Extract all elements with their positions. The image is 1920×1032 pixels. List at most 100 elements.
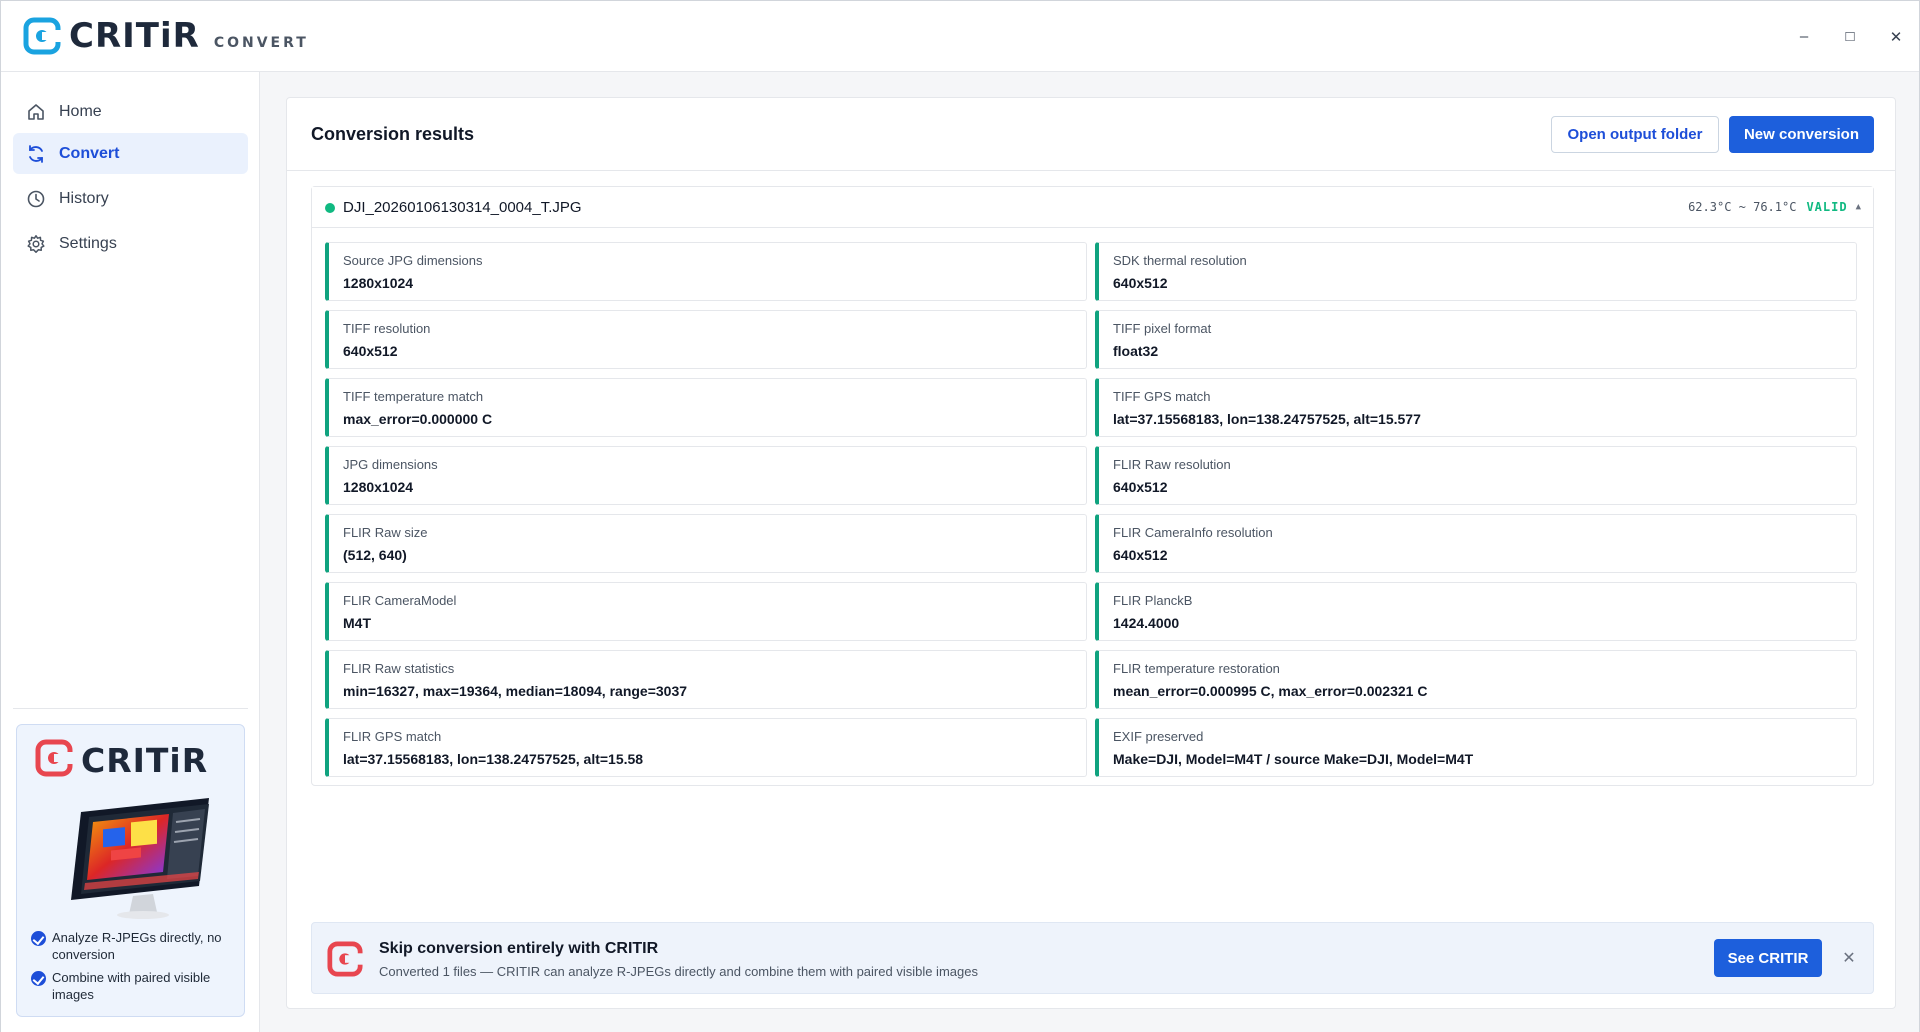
result-field-label: FLIR Raw statistics	[343, 661, 455, 676]
maximize-button[interactable]: □	[1827, 1, 1873, 72]
panel-header: Conversion results Open output folder Ne…	[287, 98, 1895, 171]
result-field-label: FLIR GPS match	[343, 729, 442, 744]
critir-logo-icon	[327, 941, 363, 977]
result-field-label: TIFF pixel format	[1113, 321, 1212, 336]
new-conversion-button[interactable]: New conversion	[1729, 116, 1874, 153]
result-field: FLIR CameraInfo resolution 640x512	[1095, 514, 1857, 573]
check-circle-icon	[31, 931, 46, 946]
sidebar-item-label: Home	[59, 102, 102, 120]
result-field-label: FLIR Raw resolution	[1113, 457, 1231, 472]
gear-icon	[25, 233, 47, 255]
monitor-illustration	[59, 790, 214, 920]
result-field: TIFF resolution 640x512	[325, 310, 1087, 369]
critir-upsell-banner: Skip conversion entirely with CRITIR Con…	[311, 922, 1874, 994]
close-icon[interactable]: ✕	[1838, 947, 1860, 969]
result-field: FLIR Raw size (512, 640)	[325, 514, 1087, 573]
result-field-value: 1280x1024	[343, 479, 414, 495]
result-field-value: min=16327, max=19364, median=18094, rang…	[343, 683, 688, 699]
result-field-value: lat=37.15568183, lon=138.24757525, alt=1…	[1113, 411, 1421, 427]
app-logo: CRITiR CONVERT	[23, 17, 309, 55]
promo-bullet-text: Combine with paired visible images	[52, 970, 211, 1002]
result-field: SDK thermal resolution 640x512	[1095, 242, 1857, 301]
field-grid: Source JPG dimensions 1280x1024 SDK therma…	[325, 242, 1863, 777]
banner-subtitle: Converted 1 files — CRITIR can analyze R…	[379, 964, 978, 979]
result-field-value: 640x512	[1113, 275, 1168, 291]
sidebar: Home Convert History Settings CRITiR Ana…	[1, 72, 260, 1032]
sync-icon	[25, 143, 47, 165]
window-controls: – □ ✕	[1781, 1, 1919, 72]
main-content: Conversion results Open output folder Ne…	[260, 72, 1919, 1032]
critir-logo-icon	[23, 17, 61, 55]
sidebar-divider	[13, 708, 248, 709]
promo-bullet: Analyze R-JPEGs directly, no conversion	[31, 929, 236, 963]
result-field: FLIR PlanckB 1424.4000	[1095, 582, 1857, 641]
result-field-value: (512, 640)	[343, 547, 407, 563]
result-field: FLIR GPS match lat=37.15568183, lon=138.2…	[325, 718, 1087, 777]
results-panel: Conversion results Open output folder Ne…	[286, 97, 1896, 1009]
result-field: FLIR temperature restoration mean_error=0…	[1095, 650, 1857, 709]
result-field-label: EXIF preserved	[1113, 729, 1204, 744]
promo-logo-word: CRITiR	[81, 741, 209, 780]
banner-title: Skip conversion entirely with CRITIR	[379, 940, 659, 957]
chevron-up-icon[interactable]: ▲	[1856, 202, 1861, 212]
result-field-value: Make=DJI, Model=M4T / source Make=DJI, M…	[1113, 751, 1474, 767]
status-badge: VALID	[1806, 200, 1848, 214]
home-icon	[25, 101, 47, 123]
result-field-label: FLIR CameraInfo resolution	[1113, 525, 1273, 540]
result-field: FLIR Raw resolution 640x512	[1095, 446, 1857, 505]
open-output-folder-button[interactable]: Open output folder	[1551, 116, 1719, 153]
critir-logo-icon	[35, 739, 73, 782]
title-bar: CRITiR CONVERT – □ ✕	[1, 1, 1919, 72]
check-circle-icon	[31, 971, 46, 986]
sidebar-item-label: History	[59, 189, 109, 207]
result-field-label: SDK thermal resolution	[1113, 253, 1247, 268]
result-field-label: JPG dimensions	[343, 457, 438, 472]
sidebar-item-label: Settings	[59, 234, 117, 252]
file-meta: 62.3°C ~ 76.1°C VALID ▲	[1688, 200, 1861, 214]
result-field-label: Source JPG dimensions	[343, 253, 483, 268]
result-field-value: 1280x1024	[343, 275, 414, 291]
close-window-button[interactable]: ✕	[1873, 1, 1919, 72]
result-field-value: M4T	[343, 615, 371, 631]
see-critir-button[interactable]: See CRITIR	[1714, 939, 1822, 977]
result-field-label: TIFF GPS match	[1113, 389, 1211, 404]
file-result-header[interactable]: DJI_20260106130314_0004_T.JPG 62.3°C ~ 7…	[312, 187, 1873, 228]
result-field-value: lat=37.15568183, lon=138.24757525, alt=1…	[343, 751, 644, 767]
result-field-label: TIFF temperature match	[343, 389, 484, 404]
result-field: EXIF preserved Make=DJI, Model=M4T / sour…	[1095, 718, 1857, 777]
result-field-value: 640x512	[1113, 479, 1168, 495]
promo-bullet: Combine with paired visible images	[31, 969, 236, 1003]
result-field-value: 640x512	[343, 343, 398, 359]
app-logo-subtitle: CONVERT	[213, 35, 309, 51]
result-field: TIFF temperature match max_error=0.000000…	[325, 378, 1087, 437]
result-field-label: FLIR PlanckB	[1113, 593, 1193, 608]
promo-logo: CRITiR	[35, 739, 208, 782]
file-name: DJI_20260106130314_0004_T.JPG	[343, 199, 582, 216]
clock-icon	[25, 188, 47, 210]
app-logo-word: CRITiR	[69, 16, 200, 56]
sidebar-item-convert[interactable]: Convert	[13, 133, 248, 174]
result-field-value: float32	[1113, 343, 1159, 359]
minimize-button[interactable]: –	[1781, 1, 1827, 72]
result-field-value: max_error=0.000000 C	[343, 411, 493, 427]
page-title: Conversion results	[311, 124, 475, 144]
status-dot-icon	[325, 203, 335, 213]
result-field-label: FLIR Raw size	[343, 525, 428, 540]
sidebar-item-home[interactable]: Home	[13, 91, 248, 132]
result-field: Source JPG dimensions 1280x1024	[325, 242, 1087, 301]
sidebar-item-settings[interactable]: Settings	[13, 223, 248, 264]
result-field: TIFF pixel format float32	[1095, 310, 1857, 369]
result-field-value: mean_error=0.000995 C, max_error=0.00232…	[1113, 683, 1428, 699]
result-field-label: FLIR CameraModel	[343, 593, 457, 608]
result-field: JPG dimensions 1280x1024	[325, 446, 1087, 505]
result-field-value: 640x512	[1113, 547, 1168, 563]
promo-bullet-text: Analyze R-JPEGs directly, no conversion	[52, 930, 222, 962]
result-field-label: FLIR temperature restoration	[1113, 661, 1280, 676]
critir-promo-card[interactable]: CRITiR Analyze R-JPEGs directly, no conv…	[16, 724, 245, 1017]
file-result-card: DJI_20260106130314_0004_T.JPG 62.3°C ~ 7…	[311, 186, 1874, 786]
result-field: FLIR CameraModel M4T	[325, 582, 1087, 641]
sidebar-item-history[interactable]: History	[13, 178, 248, 219]
app-window: CRITiR CONVERT – □ ✕ Home Convert Histor…	[0, 0, 1920, 1032]
sidebar-item-label: Convert	[59, 144, 120, 162]
result-field: FLIR Raw statistics min=16327, max=19364,…	[325, 650, 1087, 709]
